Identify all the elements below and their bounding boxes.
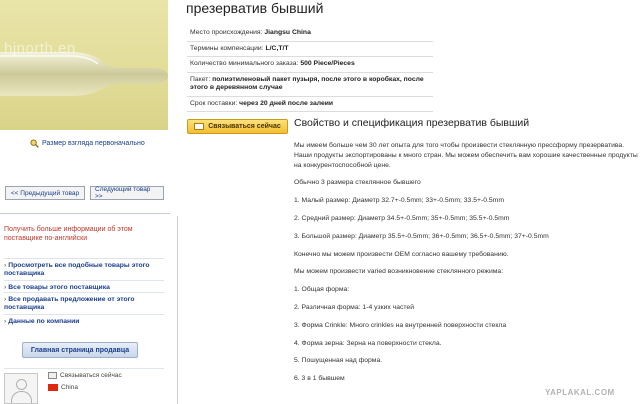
avatar-head-icon bbox=[16, 379, 27, 390]
seller-main-page-button[interactable]: Главная страница продавца bbox=[22, 342, 138, 358]
country-label: China bbox=[61, 384, 78, 391]
description-paragraph: 1. Общая форма: bbox=[294, 286, 350, 294]
description-paragraph: 6. 3 в 1 бывшем bbox=[294, 375, 345, 383]
side-link-label: Все товары этого поставщика bbox=[8, 284, 110, 291]
contact-now-link[interactable]: Связываться сейчас bbox=[48, 372, 122, 379]
description-paragraph: 4. Форма зерна: Зерна на поверхности сте… bbox=[294, 339, 442, 347]
envelope-icon bbox=[48, 372, 57, 379]
spec-label: Пакет: bbox=[190, 75, 211, 83]
left-divider bbox=[0, 213, 170, 214]
zoom-link-label: Размер взгляда первоначально bbox=[42, 140, 145, 147]
spec-value: 500 Piece/Pieces bbox=[300, 60, 355, 67]
description-paragraph: Мы имеем больше чем 30 лет опыта для тог… bbox=[294, 142, 638, 169]
next-product-button[interactable]: Следующий товар >> bbox=[90, 186, 164, 200]
envelope-icon bbox=[194, 123, 205, 130]
description-paragraph: 1. Малый размер: Диаметр 32.7+-0.5mm; 33… bbox=[294, 197, 504, 205]
spec-value: Jiangsu China bbox=[264, 29, 311, 36]
description-paragraph: 2. Различная форма: 1-4 узких частей bbox=[294, 303, 415, 311]
spec-value: L/C,T/T bbox=[265, 44, 289, 52]
arrow-icon: › bbox=[4, 318, 7, 325]
contact-button-label: Связываться сейчас bbox=[208, 123, 281, 130]
glass-former-image bbox=[0, 52, 168, 96]
previous-product-button[interactable]: << Предыдущий товар bbox=[5, 186, 85, 200]
spec-value: полиэтиленовый пакет пузыря, после этого… bbox=[190, 75, 424, 92]
section-title: Свойство и спецификация презерватив бывш… bbox=[294, 117, 530, 129]
side-link-company-data[interactable]: › Данные по компании bbox=[4, 314, 164, 326]
contact-now-button[interactable]: Связываться сейчас bbox=[187, 119, 288, 134]
photo-watermark: hjnorth.en bbox=[4, 40, 76, 57]
arrow-icon: › bbox=[4, 262, 7, 269]
page: hjnorth.en Размер взгляда первоначально … bbox=[0, 0, 640, 404]
spec-row-payment: Термины компенсации: L/C,T/T bbox=[187, 42, 433, 57]
zoom-original-link[interactable]: Размер взгляда первоначально bbox=[30, 139, 145, 148]
spec-value: через 20 дней после залеии bbox=[239, 99, 334, 107]
contact-now-label: Связываться сейчас bbox=[60, 372, 122, 379]
side-link-label: Данные по компании bbox=[8, 318, 80, 325]
more-info-link[interactable]: Получить больше информации об этом поста… bbox=[4, 225, 154, 243]
side-link-similar-products[interactable]: › Просмотреть все подобные товары этого п… bbox=[4, 258, 164, 278]
site-watermark: YAPLAKAL.COM bbox=[545, 388, 615, 397]
description-paragraph: 3. Большой размер: Диаметр 35.5+-0.5mm; … bbox=[294, 232, 549, 240]
arrow-icon: › bbox=[4, 296, 7, 303]
side-link-all-products[interactable]: › Все товары этого поставщика bbox=[4, 280, 164, 292]
spec-label: Термины компенсации: bbox=[190, 44, 264, 52]
spec-row-origin: Место происхождения: Jiangsu China bbox=[187, 26, 433, 42]
product-title: презерватив бывший bbox=[186, 0, 324, 16]
side-link-label: Все продавать предложение от этого поста… bbox=[4, 296, 135, 311]
spec-label: Количество минимального заказа: bbox=[190, 60, 299, 67]
column-divider bbox=[177, 216, 178, 404]
supplier-country: China bbox=[48, 384, 78, 391]
description-paragraph: Обычно 3 размера стеклянное бывшего bbox=[294, 179, 421, 187]
product-description: Мы имеем больше чем 30 лет опыта для тог… bbox=[294, 141, 638, 384]
spec-label: Срок поставки: bbox=[190, 99, 238, 107]
china-flag-icon bbox=[48, 384, 58, 391]
magnifier-icon bbox=[30, 139, 39, 148]
spec-row-package: Пакет: полиэтиленовый пакет пузыря, посл… bbox=[187, 73, 433, 97]
spec-row-min-order: Количество минимального заказа: 500 Piec… bbox=[187, 57, 433, 73]
side-link-sell-offers[interactable]: › Все продавать предложение от этого пост… bbox=[4, 292, 164, 312]
side-link-label: Просмотреть все подобные товары этого по… bbox=[4, 262, 150, 277]
spec-row-delivery: Срок поставки: через 20 дней после залеи… bbox=[187, 97, 433, 112]
avatar-body-icon bbox=[11, 391, 32, 403]
description-paragraph: 2. Средний размер: Диаметр 34.5+-0.5mm; … bbox=[294, 214, 510, 222]
spec-label: Место происхождения: bbox=[190, 29, 263, 36]
supplier-avatar bbox=[4, 373, 38, 404]
description-paragraph: Мы можем произвести varied возникновение… bbox=[294, 268, 504, 276]
arrow-icon: › bbox=[4, 284, 7, 291]
description-paragraph: Конечно мы можем произвести OEM согласно… bbox=[294, 250, 509, 258]
product-photo[interactable]: hjnorth.en bbox=[0, 0, 168, 130]
description-paragraph: 3. Форма Crinkle: Много crinkles на внут… bbox=[294, 321, 507, 329]
description-paragraph: 5. Пошущенная над форма. bbox=[294, 357, 383, 365]
spec-table: Место происхождения: Jiangsu China Терми… bbox=[187, 26, 433, 112]
